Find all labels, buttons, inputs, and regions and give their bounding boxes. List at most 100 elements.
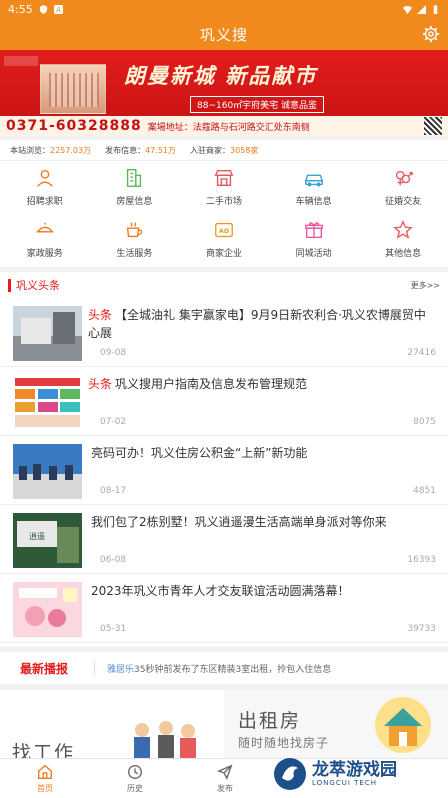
news-date: 08-17 — [100, 486, 127, 496]
status-bar: 4:55 A — [0, 0, 448, 18]
news-views: 39733 — [407, 624, 436, 634]
signal-icon — [417, 4, 426, 14]
news-thumbnail — [13, 375, 82, 430]
promo-find-job[interactable]: 找工作 — [0, 690, 224, 760]
category-life-services[interactable]: 生活服务 — [90, 213, 180, 265]
news-thumbnail — [13, 582, 82, 637]
watermark-logo: 龙萃游戏园 LONGCUI TECH — [272, 752, 442, 796]
watermark-title: 龙萃游戏园 — [312, 760, 397, 780]
more-link[interactable]: 更多>> — [411, 280, 440, 291]
news-views: 16393 — [407, 555, 436, 565]
store-icon — [214, 169, 234, 187]
shield-icon — [39, 4, 47, 14]
category-vehicles[interactable]: 车辆信息 — [269, 161, 359, 213]
broadcast-message: 雅居乐35秒钟前发布了东区精装3室出租，拎包入住信息 — [107, 664, 332, 675]
stat-posts: 发布信息：47.51万 — [105, 145, 176, 155]
tea-icon — [127, 222, 143, 238]
news-title: 我们包了2栋别墅！巩义逍遥漫生活高端单身派对等你来 — [91, 515, 387, 529]
news-views: 27416 — [407, 348, 436, 358]
headline-tag: 头条 — [88, 308, 113, 322]
headline-tag: 头条 — [88, 377, 113, 391]
watermark-sub: LONGCUI TECH — [312, 779, 377, 787]
broadcast-title: 最新播报 — [20, 661, 69, 676]
section-marker — [8, 278, 11, 292]
service-icon — [36, 222, 54, 233]
people-icon — [36, 169, 53, 187]
tab-home[interactable]: 首页 — [0, 759, 90, 798]
news-views: 4851 — [413, 486, 436, 496]
category-housing[interactable]: 房屋信息 — [90, 161, 180, 213]
watermark-emblem-icon — [274, 758, 306, 790]
battery-icon — [433, 4, 438, 14]
wifi-icon — [403, 5, 412, 14]
promo-cards: 找工作 出租房 随时随地找房子 — [0, 690, 448, 760]
send-icon — [216, 764, 233, 781]
promo-left-title: 找工作 — [12, 742, 76, 760]
category-jobs[interactable]: 招聘求职 — [0, 161, 90, 213]
car-icon — [304, 174, 323, 187]
news-title: 巩义搜用户指南及信息发布管理规范 — [115, 377, 308, 391]
category-grid: 招聘求职 房屋信息 二手市场 车辆信息 征婚交友 家政服务 生活服务 AD 商家… — [0, 161, 448, 267]
banner-phone: 0371-60328888 — [6, 118, 142, 134]
gift-icon — [304, 222, 323, 239]
news-list: 头条 【全城油礼 集宇赢家电】9月9日新农利合·巩义农博展贸中心展 09-08 2… — [0, 298, 448, 646]
news-item[interactable]: 逍遥 我们包了2栋别墅！巩义逍遥漫生活高端单身派对等你来 06-08 16393 — [0, 505, 448, 574]
promo-right-sub: 随时随地找房子 — [238, 736, 330, 750]
promo-right-title: 出租房 — [238, 710, 302, 732]
news-item[interactable]: 亮码可办！巩义住房公积金“上新”新功能 08-17 4851 — [0, 436, 448, 505]
people-illustration — [134, 721, 196, 760]
news-views: 8075 — [413, 417, 436, 427]
svg-text:AD: AD — [219, 227, 229, 235]
status-time: 4:55 — [8, 2, 33, 16]
category-housekeeping[interactable]: 家政服务 — [0, 213, 90, 265]
banner-logo — [4, 56, 38, 66]
gear-icon[interactable] — [422, 25, 440, 43]
ad-icon: AD — [215, 222, 233, 238]
news-title: 【全城油礼 集宇赢家电】9月9日新农利合·巩义农博展贸中心展 — [88, 308, 426, 340]
house-icon — [375, 697, 431, 753]
banner-address: 案場地址：法蔻路与石河路交汇处东南侧 — [147, 122, 310, 133]
app-header: 巩义搜 — [0, 18, 448, 50]
news-item[interactable]: 2023年巩义市青年人才交友联谊活动圆满落幕！ 05-31 39733 — [0, 574, 448, 643]
divider — [94, 661, 95, 675]
stat-members: 入驻商家：3058家 — [190, 145, 259, 155]
news-item[interactable]: 头条 【全城油礼 集宇赢家电】9月9日新农利合·巩义农博展贸中心展 09-08 2… — [0, 298, 448, 367]
news-thumbnail: 逍遥 — [13, 513, 82, 568]
news-date: 09-08 — [100, 348, 127, 358]
banner-contact-row: 0371-60328888 案場地址：法蔻路与石河路交汇处东南侧 — [0, 116, 448, 136]
news-date: 06-08 — [100, 555, 127, 565]
news-title: 亮码可办！巩义住房公积金“上新”新功能 — [91, 446, 308, 460]
tab-history[interactable]: 历史 — [90, 759, 180, 798]
page-title: 巩义搜 — [199, 25, 248, 44]
qr-code-icon — [424, 117, 442, 135]
news-thumbnail — [13, 306, 82, 361]
clock-icon — [128, 765, 142, 779]
section-title: 巩义头条 — [16, 279, 60, 292]
news-date: 07-02 — [100, 417, 127, 427]
news-date: 05-31 — [100, 624, 127, 634]
category-other[interactable]: 其他信息 — [358, 213, 448, 265]
stat-visits: 本站浏览：2257.03万 — [10, 145, 92, 155]
banner-building-image — [40, 64, 106, 114]
category-dating[interactable]: 征婚交友 — [358, 161, 448, 213]
promo-banner[interactable]: 朗曼新城 新品献市 88~160㎡宇府美宅 诚意品鉴 0371-60328888… — [0, 50, 448, 136]
banner-subline: 88~160㎡宇府美宅 诚意品鉴 — [190, 96, 325, 113]
star-icon — [393, 220, 414, 239]
news-title: 2023年巩义市青年人才交友联谊活动圆满落幕！ — [91, 584, 350, 598]
promo-rent-house[interactable]: 出租房 随时随地找房子 — [224, 690, 448, 760]
a-icon: A — [53, 4, 63, 14]
category-business[interactable]: AD 商家企业 — [179, 213, 269, 265]
site-stats: 本站浏览：2257.03万 发布信息：47.51万 入驻商家：3058家 — [0, 140, 448, 160]
category-events[interactable]: 同城活动 — [269, 213, 359, 265]
svg-text:逍遥: 逍遥 — [29, 531, 45, 541]
news-item[interactable]: 头条 巩义搜用户指南及信息发布管理规范 07-02 8075 — [0, 367, 448, 436]
news-section-header: 巩义头条 更多>> — [0, 272, 448, 298]
news-thumbnail — [13, 444, 82, 499]
banner-headline: 朗曼新城 新品献市 — [124, 63, 318, 88]
category-secondhand[interactable]: 二手市场 — [179, 161, 269, 213]
tab-publish[interactable]: 发布 — [180, 759, 270, 798]
svg-text:A: A — [56, 5, 61, 14]
latest-broadcast[interactable]: 最新播报 雅居乐35秒钟前发布了东区精装3室出租，拎包入住信息 — [0, 652, 448, 684]
home-icon — [38, 764, 52, 779]
gender-icon — [396, 170, 414, 186]
